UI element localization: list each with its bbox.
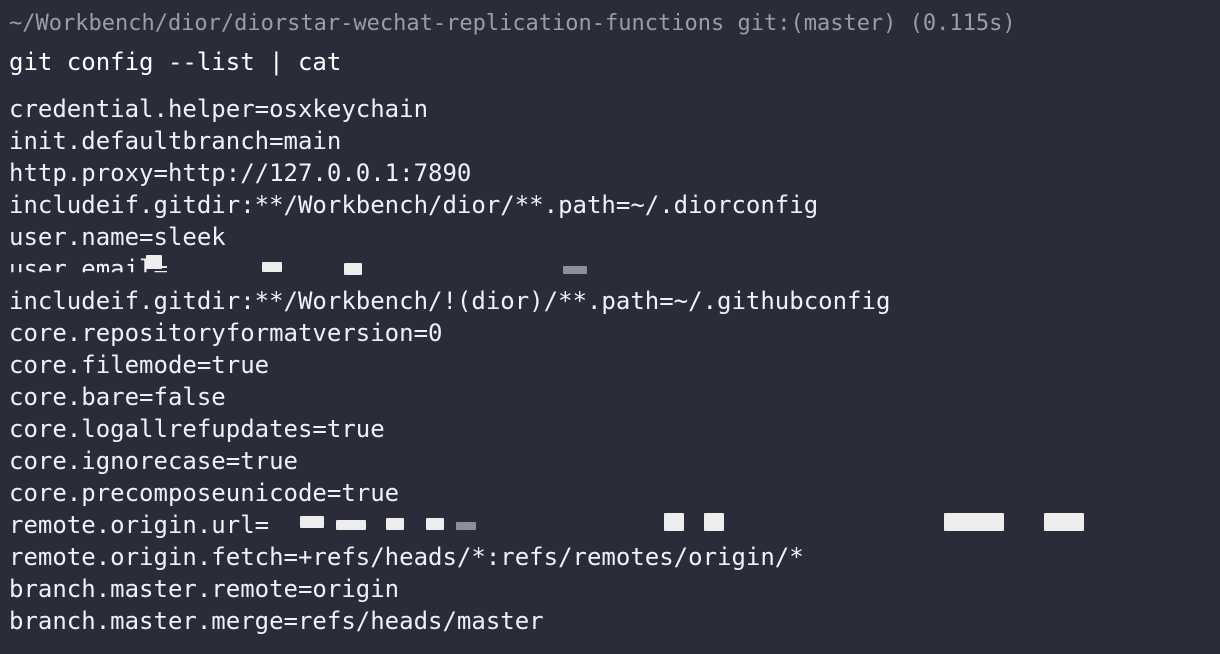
output-line: credential.helper=osxkeychain: [9, 95, 429, 123]
output-line: http.proxy=http://127.0.0.1:7890: [9, 159, 472, 187]
output-line: init.defaultbranch=main: [9, 127, 342, 155]
shell-prompt: ~/Workbench/dior/diorstar-wechat-replica…: [9, 11, 1016, 36]
output-line: core.precomposeunicode=true: [9, 479, 400, 507]
output-line: includeif.gitdir:**/Workbench/!(dior)/**…: [9, 287, 891, 315]
redaction-mark: [262, 262, 282, 272]
output-line: branch.master.merge=refs/heads/master: [9, 607, 544, 635]
output-line-redacted: remote.origin.url=: [9, 511, 270, 539]
redaction-mark: [456, 522, 476, 530]
output-line: branch.master.remote=origin: [9, 575, 400, 603]
output-line-redacted: user.email=: [9, 255, 168, 283]
output-line: core.bare=false: [9, 383, 226, 411]
redaction-mark: [426, 518, 444, 530]
terminal-window[interactable]: ~/Workbench/dior/diorstar-wechat-replica…: [0, 0, 1220, 654]
redaction-mark: [704, 513, 724, 531]
output-line: user.name=sleek: [9, 223, 226, 251]
command-input[interactable]: git config --list | cat: [9, 45, 341, 79]
redaction-mark: [1044, 513, 1084, 531]
redaction-mark: [664, 513, 684, 531]
command-output: credential.helper=osxkeychain init.defau…: [9, 93, 890, 637]
redaction-mark: [944, 513, 1004, 531]
output-line: core.filemode=true: [9, 351, 270, 379]
output-line: includeif.gitdir:**/Workbench/dior/**.pa…: [9, 191, 819, 219]
output-line: core.ignorecase=true: [9, 447, 298, 475]
output-line: core.logallrefupdates=true: [9, 415, 385, 443]
redaction-mark: [336, 520, 366, 530]
redaction-mark: [563, 266, 587, 274]
output-line: core.repositoryformatversion=0: [9, 319, 443, 347]
redaction-mark: [300, 516, 324, 528]
redaction-mark: [386, 518, 404, 530]
redaction-mark: [146, 255, 162, 269]
output-line: remote.origin.fetch=+refs/heads/*:refs/r…: [9, 543, 804, 571]
redaction-mark: [344, 263, 362, 275]
